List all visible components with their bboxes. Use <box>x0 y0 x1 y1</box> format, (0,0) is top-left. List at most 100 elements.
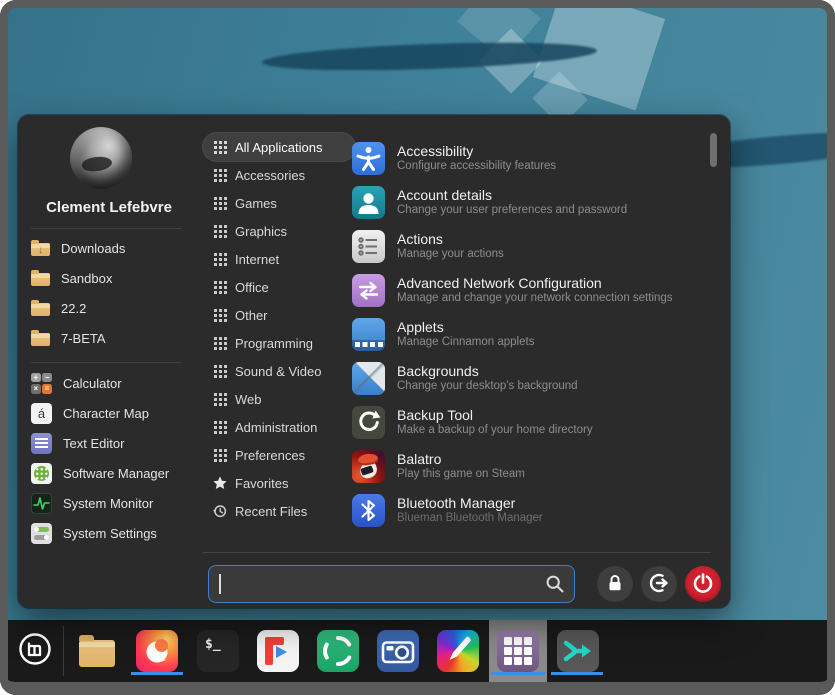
taskbar-item-file-manager[interactable] <box>68 620 126 682</box>
actions-icon <box>352 230 385 263</box>
category-grid-icon <box>213 448 227 462</box>
category-grid-icon <box>213 308 227 322</box>
backgrounds-icon <box>352 362 385 395</box>
folder-download-icon: ↓ <box>31 243 50 256</box>
menu-sidebar: Clement Lefebvre ↓ Downloads Sandbox 22.… <box>18 115 200 608</box>
taskbar-item-terminal[interactable]: $_ <box>189 620 247 682</box>
taskbar-item-paint-tool[interactable] <box>429 620 487 682</box>
folder-icon <box>31 273 50 286</box>
category-favorites[interactable]: Favorites <box>203 469 355 497</box>
app-item-partial <box>352 532 714 544</box>
category-grid-icon <box>213 168 227 182</box>
app-item-applets[interactable]: AppletsManage Cinnamon applets <box>352 312 714 356</box>
character-map-icon: á <box>31 403 52 424</box>
sidebar-item-software-manager[interactable]: Software Manager <box>18 458 200 488</box>
category-accessories[interactable]: Accessories <box>203 161 355 189</box>
purple-grid-icon <box>497 630 539 672</box>
app-item-backgrounds[interactable]: BackgroundsChange your desktop's backgro… <box>352 356 714 400</box>
lock-icon <box>605 573 625 596</box>
balatro-icon <box>352 450 385 483</box>
app-item-backup-tool[interactable]: Backup ToolMake a backup of your home di… <box>352 400 714 444</box>
mint-logo-icon <box>16 630 54 673</box>
sidebar-item-text-editor[interactable]: Text Editor <box>18 428 200 458</box>
rainbow-brush-icon <box>437 630 479 672</box>
folder-icon <box>79 640 115 667</box>
divider <box>31 362 181 363</box>
running-indicator <box>131 672 183 675</box>
camera-icon <box>377 630 419 672</box>
category-office[interactable]: Office <box>203 273 355 301</box>
power-button[interactable] <box>685 566 721 602</box>
running-indicator <box>491 672 545 675</box>
terminal-icon: $_ <box>197 630 239 672</box>
category-administration[interactable]: Administration <box>203 413 355 441</box>
category-recent-files[interactable]: Recent Files <box>203 497 355 525</box>
applets-icon <box>352 318 385 351</box>
category-graphics[interactable]: Graphics <box>203 217 355 245</box>
app-item-accessibility[interactable]: AccessibilityConfigure accessibility fea… <box>352 136 714 180</box>
taskbar-separator <box>63 626 64 676</box>
taskbar-item-f-launcher[interactable] <box>249 620 307 682</box>
taskbar-item-camera-tool[interactable] <box>369 620 427 682</box>
red-f-play-icon <box>257 630 299 672</box>
places-list: ↓ Downloads Sandbox 22.2 7-BETA <box>18 233 200 353</box>
sidebar-item-character-map[interactable]: á Character Map <box>18 398 200 428</box>
backup-tool-icon <box>352 406 385 439</box>
category-grid-icon <box>213 280 227 294</box>
place-item-downloads[interactable]: ↓ Downloads <box>18 233 200 263</box>
sidebar-item-system-settings[interactable]: System Settings <box>18 518 200 548</box>
system-apps-list: +−×= Calculator á Character Map Text Edi… <box>18 368 200 548</box>
user-name: Clement Lefebvre <box>18 199 200 216</box>
software-manager-icon <box>31 463 52 484</box>
category-other[interactable]: Other <box>203 301 355 329</box>
app-item-advanced-network-configuration[interactable]: Advanced Network ConfigurationManage and… <box>352 268 714 312</box>
category-grid-icon <box>213 336 227 350</box>
logout-icon <box>648 572 670 597</box>
account-details-icon <box>352 186 385 219</box>
category-grid-icon <box>213 140 227 154</box>
app-item-balatro[interactable]: BalatroPlay this game on Steam <box>352 444 714 488</box>
place-item-7beta[interactable]: 7-BETA <box>18 323 200 353</box>
category-web[interactable]: Web <box>203 385 355 413</box>
lock-button[interactable] <box>597 566 633 602</box>
category-grid-icon <box>213 392 227 406</box>
logout-button[interactable] <box>641 566 677 602</box>
green-sync-icon <box>317 630 359 672</box>
running-indicator <box>551 672 603 675</box>
place-item-222[interactable]: 22.2 <box>18 293 200 323</box>
app-item-account-details[interactable]: Account detailsChange your user preferen… <box>352 180 714 224</box>
category-internet[interactable]: Internet <box>203 245 355 273</box>
place-item-sandbox[interactable]: Sandbox <box>18 263 200 293</box>
category-games[interactable]: Games <box>203 189 355 217</box>
taskbar-panel: $_ <box>0 620 835 695</box>
sidebar-item-calculator[interactable]: +−×= Calculator <box>18 368 200 398</box>
folder-icon <box>31 333 50 346</box>
category-sound-video[interactable]: Sound & Video <box>203 357 355 385</box>
taskbar-mint-menu-button[interactable] <box>16 632 54 670</box>
screen-viewport: Clement Lefebvre ↓ Downloads Sandbox 22.… <box>0 0 835 695</box>
folder-icon <box>31 303 50 316</box>
categories-list: All Applications Accessories Games Graph… <box>203 133 355 525</box>
category-preferences[interactable]: Preferences <box>203 441 355 469</box>
text-caret <box>219 574 221 594</box>
screenshot-stage: Clement Lefebvre ↓ Downloads Sandbox 22.… <box>0 0 835 695</box>
mint-menu-panel: Clement Lefebvre ↓ Downloads Sandbox 22.… <box>18 115 730 608</box>
system-monitor-icon <box>31 493 52 514</box>
taskbar-item-sync-tool[interactable] <box>309 620 367 682</box>
system-settings-icon <box>31 523 52 544</box>
application-list: AccessibilityConfigure accessibility fea… <box>352 132 714 544</box>
category-grid-icon <box>213 252 227 266</box>
category-grid-icon <box>213 224 227 238</box>
category-programming[interactable]: Programming <box>203 329 355 357</box>
category-grid-icon <box>213 420 227 434</box>
app-list-scrollbar[interactable] <box>710 133 717 167</box>
app-item-bluetooth-manager[interactable]: Bluetooth ManagerBlueman Bluetooth Manag… <box>352 488 714 532</box>
search-input[interactable] <box>208 565 575 603</box>
sidebar-item-system-monitor[interactable]: System Monitor <box>18 488 200 518</box>
network-configuration-icon <box>352 274 385 307</box>
warpinator-icon <box>557 630 599 672</box>
category-grid-icon <box>213 196 227 210</box>
category-all-applications[interactable]: All Applications <box>203 133 355 161</box>
user-avatar[interactable] <box>70 127 132 189</box>
app-item-actions[interactable]: ActionsManage your actions <box>352 224 714 268</box>
